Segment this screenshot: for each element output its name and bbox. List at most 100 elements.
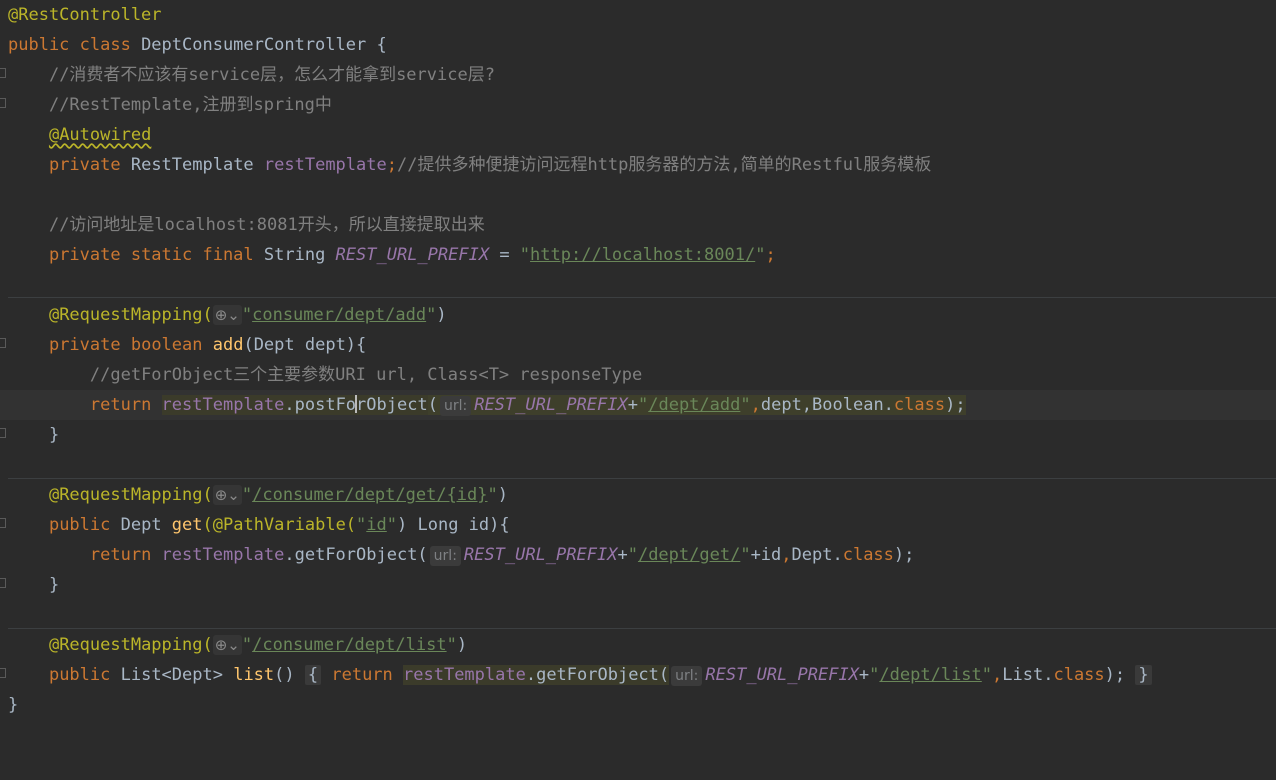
code-editor[interactable]: @RestController public class DeptConsume… <box>0 0 1276 717</box>
quote: " <box>740 545 751 565</box>
code-line-17[interactable]: @RequestMapping(⊕⌄ "/consumer/dept/get/{i… <box>0 480 1276 510</box>
code-line-15[interactable]: } <box>0 420 1276 450</box>
code-line-18[interactable]: public Dept get(@PathVariable("id") Long… <box>0 510 1276 540</box>
method-separator <box>8 297 1276 298</box>
closing-brace: } <box>8 695 19 715</box>
method-name: get <box>171 515 203 535</box>
keyword: public class <box>8 35 131 55</box>
quote: " <box>241 485 253 505</box>
comma: , <box>750 395 761 415</box>
type-name: String <box>253 245 336 265</box>
dot: . <box>284 395 295 415</box>
mapping-path[interactable]: consumer/dept/add <box>252 305 426 325</box>
code-line-8[interactable]: //访问地址是localhost:8081开头，所以直接提取出来 <box>0 210 1276 240</box>
field-name: restTemplate <box>161 545 285 565</box>
code-line-6[interactable]: private RestTemplate restTemplate;//提供多种… <box>0 150 1276 180</box>
paren: ) <box>456 635 468 655</box>
quote: " <box>869 665 880 685</box>
method-name: add <box>212 335 244 355</box>
paren: ( <box>427 395 438 415</box>
code-line-11[interactable]: @RequestMapping(⊕⌄ "consumer/dept/add") <box>0 300 1276 330</box>
type-name: Dept <box>110 515 172 535</box>
type-name: List<Dept> <box>110 665 234 685</box>
keyword: public <box>48 665 111 685</box>
keyword: class <box>842 545 894 565</box>
keyword: class <box>1053 665 1105 685</box>
method-separator <box>8 478 1276 479</box>
string-path: /dept/add <box>648 395 741 415</box>
quote: " <box>519 245 531 265</box>
quote: " <box>356 515 367 535</box>
quote: " <box>740 395 751 415</box>
annotation-request-mapping: @RequestMapping( <box>48 305 213 325</box>
paren: ) <box>436 305 447 325</box>
statement-end: ); <box>945 395 966 415</box>
method-call: .getForObject( <box>284 545 428 565</box>
field-name: restTemplate <box>263 155 387 175</box>
method-params: ) Long id){ <box>397 515 510 535</box>
code-line-4[interactable]: //RestTemplate,注册到spring中 <box>0 90 1276 120</box>
string-path: /dept/get/ <box>637 545 741 565</box>
expression: +id <box>750 545 782 565</box>
semicolon: ; <box>765 245 776 265</box>
code-line-1[interactable]: @RestController <box>0 0 1276 30</box>
constant-name: REST_URL_PREFIX <box>474 395 628 415</box>
annotation-path-variable: (@PathVariable( <box>202 515 357 535</box>
quote: " <box>487 485 498 505</box>
method-name: list <box>233 665 275 685</box>
annotation-request-mapping: @RequestMapping( <box>48 485 213 505</box>
statement-end: ); <box>1104 665 1126 685</box>
quote: " <box>981 665 993 685</box>
closing-brace: } <box>48 575 60 595</box>
statement-end: ); <box>893 545 915 565</box>
code-line-22[interactable]: @RequestMapping(⊕⌄ "/consumer/dept/list") <box>0 630 1276 660</box>
code-line-20[interactable]: } <box>0 570 1276 600</box>
annotation-request-mapping: @RequestMapping( <box>48 635 213 655</box>
operator: = <box>489 245 520 265</box>
method-separator <box>8 628 1276 629</box>
keyword: private <box>48 335 121 355</box>
constant-name: REST_URL_PREFIX <box>705 665 859 685</box>
constant-name: REST_URL_PREFIX <box>335 245 490 265</box>
mapping-path[interactable]: /consumer/dept/get/{id} <box>252 485 487 505</box>
call-args: Dept. <box>791 545 843 565</box>
mapping-path[interactable]: /consumer/dept/list <box>252 635 446 655</box>
quote: " <box>386 515 398 535</box>
keyword: private static final <box>48 245 254 265</box>
web-endpoint-icon[interactable]: ⊕⌄ <box>212 305 242 325</box>
quote: " <box>446 635 457 655</box>
comma: , <box>992 665 1003 685</box>
quote: " <box>627 545 638 565</box>
field-name: restTemplate <box>161 395 285 415</box>
code-line-12[interactable]: private boolean add(Dept dept){ <box>0 330 1276 360</box>
code-line-14-current[interactable]: return restTemplate.postForObject(url: RE… <box>0 390 1276 420</box>
code-line-13[interactable]: //getForObject三个主要参数URI url, Class<T> re… <box>0 360 1276 390</box>
keyword: return <box>89 395 162 415</box>
code-line-23[interactable]: public List<Dept> list() { return restTe… <box>0 660 1276 690</box>
code-line-3[interactable]: //消费者不应该有service层，怎么才能拿到service层? <box>0 60 1276 90</box>
class-name: DeptConsumerController { <box>130 35 387 55</box>
method-params: (Dept dept){ <box>243 335 367 355</box>
comment: //getForObject三个主要参数URI url, Class<T> re… <box>89 365 643 385</box>
folded-brace-open[interactable]: { <box>304 665 322 685</box>
url-link[interactable]: http://localhost:8001/ <box>530 245 755 265</box>
web-endpoint-icon[interactable]: ⊕⌄ <box>212 485 242 505</box>
code-line-24[interactable]: } <box>0 690 1276 720</box>
code-line-9[interactable]: private static final String REST_URL_PRE… <box>0 240 1276 270</box>
web-endpoint-icon[interactable]: ⊕⌄ <box>212 635 242 655</box>
code-line-5[interactable]: @Autowired <box>0 120 1276 150</box>
type-name: RestTemplate <box>120 155 264 175</box>
paren: ) <box>497 485 509 505</box>
code-line-19[interactable]: return restTemplate.getForObject(url: RES… <box>0 540 1276 570</box>
constant-name: REST_URL_PREFIX <box>463 545 618 565</box>
keyword: return <box>89 545 162 565</box>
closing-brace: } <box>48 425 60 445</box>
quote: " <box>241 305 253 325</box>
quote: " <box>755 245 766 265</box>
quote: " <box>241 635 253 655</box>
folded-brace-close[interactable]: } <box>1135 665 1152 685</box>
comment: //RestTemplate,注册到spring中 <box>48 95 332 115</box>
code-line-2[interactable]: public class DeptConsumerController { <box>0 30 1276 60</box>
keyword: class <box>893 395 946 415</box>
field-name: restTemplate <box>403 665 526 685</box>
